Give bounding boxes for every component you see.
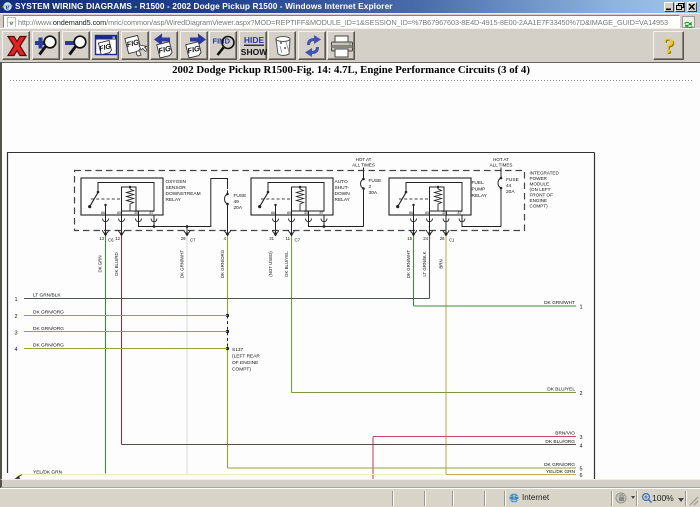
- svg-text:e: e: [6, 2, 10, 12]
- svg-text:?: ?: [664, 33, 675, 58]
- svg-text:HIDE: HIDE: [244, 35, 265, 45]
- svg-text:SHOW: SHOW: [241, 47, 267, 57]
